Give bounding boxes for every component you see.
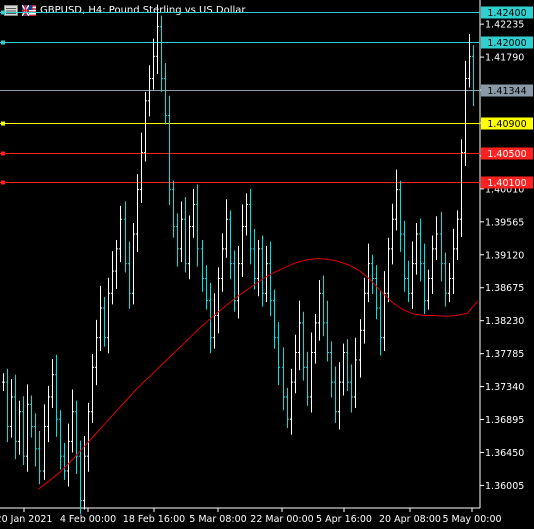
y-tick-label: 1.37340 bbox=[485, 382, 524, 393]
price-tag-label: 1.40500 bbox=[487, 149, 526, 160]
x-tick-label: 5 Mar 08:00 bbox=[189, 514, 246, 525]
y-tick-label: 1.39120 bbox=[485, 250, 524, 261]
x-tick-label: 20 Apr 08:00 bbox=[379, 514, 441, 525]
y-tick-label: 1.38230 bbox=[485, 316, 524, 327]
level-handle[interactable] bbox=[1, 40, 5, 45]
price-tag-label: 1.41344 bbox=[487, 86, 526, 97]
y-tick-label: 1.37785 bbox=[485, 349, 524, 360]
x-tick-label: 5 May 00:00 bbox=[442, 514, 501, 525]
y-tick-label: 1.39565 bbox=[485, 217, 524, 228]
price-tag-label: 1.42000 bbox=[487, 38, 526, 49]
y-tick-label: 1.41790 bbox=[485, 53, 524, 64]
level-handle[interactable] bbox=[1, 151, 5, 156]
x-tick-label: 18 Feb 16:00 bbox=[123, 514, 185, 525]
price-chart[interactable]: 1.422351.417901.413441.409001.404551.400… bbox=[0, 0, 534, 529]
price-tag-label: 1.40100 bbox=[487, 178, 526, 189]
y-tick-label: 1.38675 bbox=[485, 283, 524, 294]
y-tick-label: 1.36450 bbox=[485, 448, 524, 459]
x-tick-label: 5 Apr 16:00 bbox=[316, 514, 372, 525]
y-tick-label: 1.36005 bbox=[485, 481, 524, 492]
x-tick-label: 4 Feb 00:00 bbox=[60, 514, 116, 525]
level-handle[interactable] bbox=[1, 121, 5, 126]
price-tag-label: 1.42400 bbox=[487, 8, 526, 19]
level-handle[interactable] bbox=[1, 180, 5, 185]
y-tick-label: 1.36895 bbox=[485, 415, 524, 426]
level-handle[interactable] bbox=[1, 10, 5, 15]
price-tag-label: 1.40900 bbox=[487, 119, 526, 130]
x-tick-label: 22 Mar 00:00 bbox=[250, 514, 313, 525]
x-tick-label: 20 Jan 2021 bbox=[0, 514, 52, 525]
y-tick-label: 1.42235 bbox=[485, 20, 524, 31]
